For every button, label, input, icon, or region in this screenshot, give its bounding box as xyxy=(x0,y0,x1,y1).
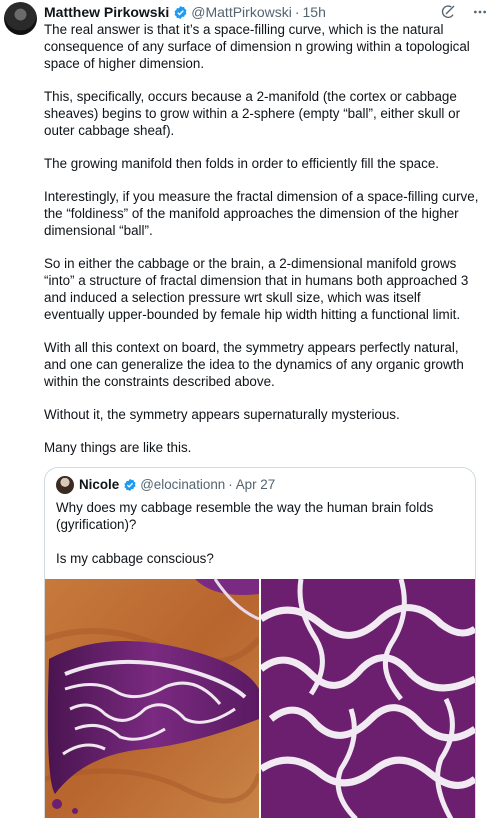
quoted-tweet-date[interactable]: Apr 27 xyxy=(236,477,275,492)
quoted-author-avatar[interactable] xyxy=(56,476,74,494)
quoted-tweet-text: Why does my cabbage resemble the way the… xyxy=(56,499,466,584)
tweet-time[interactable]: 15h xyxy=(303,4,326,20)
cabbage-photo-left[interactable] xyxy=(45,579,259,818)
cabbage-photo-right[interactable] xyxy=(261,579,475,818)
separator-dot: · xyxy=(294,4,300,20)
verified-badge-icon[interactable] xyxy=(173,5,188,20)
tweet-paragraph: The growing manifold then folds in order… xyxy=(44,156,439,171)
tweet-paragraph: With all this context on board, the symm… xyxy=(44,340,464,389)
tweet-paragraph: The real answer is that it’s a space-fil… xyxy=(44,22,470,71)
quoted-tweet-header: Nicole @elocinationn · Apr 27 xyxy=(79,477,275,492)
tweet-paragraph: So in either the cabbage or the brain, a… xyxy=(44,256,469,322)
tweet-paragraph: Many things are like this. xyxy=(44,440,192,455)
quoted-author-handle[interactable]: @elocinationn xyxy=(140,477,225,492)
quoted-tweet[interactable]: Nicole @elocinationn · Apr 27 Why does m… xyxy=(44,467,476,818)
grok-icon[interactable] xyxy=(438,3,458,21)
tweet-paragraph: Interestingly, if you measure the fracta… xyxy=(44,189,479,238)
quoted-author-name[interactable]: Nicole xyxy=(79,477,119,492)
author-avatar[interactable] xyxy=(4,2,37,35)
author-name[interactable]: Matthew Pirkowski xyxy=(44,4,169,20)
verified-badge-icon[interactable] xyxy=(123,478,137,492)
tweet-paragraph: This, specifically, occurs because a 2-m… xyxy=(44,89,461,138)
author-handle[interactable]: @MattPirkowski xyxy=(191,4,292,20)
tweet-text: The real answer is that it’s a space-fil… xyxy=(44,21,484,472)
tweet-paragraph: Without it, the symmetry appears superna… xyxy=(44,407,400,422)
quoted-media xyxy=(45,579,475,818)
quoted-paragraph: Why does my cabbage resemble the way the… xyxy=(56,500,434,532)
quoted-paragraph: Is my cabbage conscious? xyxy=(56,551,214,566)
more-icon[interactable] xyxy=(470,3,490,21)
tweet-header: Matthew Pirkowski @MattPirkowski · 15h xyxy=(44,3,490,21)
separator-dot: · xyxy=(228,477,233,492)
